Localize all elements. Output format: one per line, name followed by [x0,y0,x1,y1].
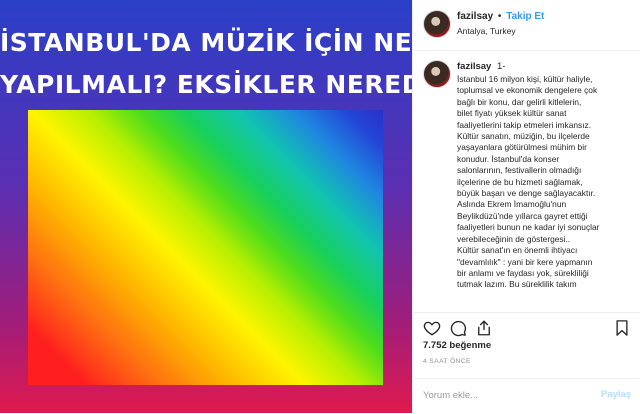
bookmark-icon[interactable] [613,319,631,337]
caption-line: Kültür sanatın, müziğin, bu ilçelerde [457,131,590,142]
caption-line: "devamlılık" : yani bir kere yapmanın [457,256,593,267]
follow-button[interactable]: Takip Et [506,11,544,22]
headline-line-2: YAPILMALI? EKSİKLER NEREDE? [0,70,412,99]
heart-icon[interactable] [423,319,441,337]
caption-line: İstanbul 16 milyon kişi, kültür haliyle, [457,74,593,84]
share-icon[interactable] [475,319,493,337]
caption-line: Beylikdüzü'nde yıllarca gayret ettiği [457,210,588,221]
post-image[interactable]: İSTANBUL'DA MÜZİK İÇİN NELER YAPILMALI? … [0,0,412,413]
caption-line: bir anlamı ve faydası yok, sürekliliği [457,267,589,278]
caption-line: Kültür sanat'ın en önemli ihtiyacı [457,245,578,256]
caption-line: salonlarının, festivallerin olmadığı [457,165,582,176]
caption-area[interactable]: fazilsay 1- İstanbul 16 milyon kişi, kül… [413,58,640,310]
comment-box: Paylaş [413,378,640,414]
caption-header: fazilsay 1- [457,61,505,72]
avatar[interactable] [423,10,451,38]
caption-line: konudur. İstanbul'da konser [457,153,560,164]
caption-avatar[interactable] [423,60,451,88]
comment-icon[interactable] [449,319,467,337]
comment-input[interactable] [423,387,593,403]
caption-username[interactable]: fazilsay [457,61,491,72]
caption-line: büyük başarı ve denge sağlayacaktır. [457,188,596,199]
location-link[interactable]: Antalya, Turkey [457,26,516,36]
caption-line: bilet fiyatı yüksek kültür sanat [457,108,567,119]
caption-line: toplumsal ve ekonomik dengelere çok [457,85,598,96]
post-comment-button[interactable]: Paylaş [601,389,631,400]
caption-line: ilçelerine de bu hizmeti sağlamak, [457,176,583,187]
post-timestamp: 4 SAAT ÖNCE [423,358,471,365]
post-headline: İSTANBUL'DA MÜZİK İÇİN NELER YAPILMALI? … [0,22,412,106]
separator-dot: • [497,11,502,22]
caption-line: faaliyetleri bunun ne kadar iyi sonuçlar [457,222,600,233]
caption-line: Aslında Ekrem İmamoğlu'nun [457,199,567,210]
caption-line: bağlı bir konu, dar gelirli kitlelerin, [457,96,582,107]
rainbow-gradient-square [28,110,383,385]
caption-index: 1- [496,61,506,72]
action-bar [413,312,640,339]
post-header: fazilsay • Takip Et Antalya, Turkey [413,0,640,51]
post-sidebar: fazilsay • Takip Et Antalya, Turkey fazi… [412,0,640,413]
header-user-line: fazilsay • Takip Et [457,11,544,22]
likes-count[interactable]: 7.752 beğenme [423,340,491,351]
caption-line: tutmak lazım. Bu süreklilik takım [457,279,577,290]
caption-line: faaliyetlerini takip etmeleri imkansız. [457,119,592,130]
header-username[interactable]: fazilsay [457,11,493,22]
caption-line: yaşayanlara götürülmesi mühim bir [457,142,587,153]
caption-text: İstanbul 16 milyon kişi, kültür haliyle,… [457,74,631,291]
caption-line: verebileceğinin de göstergesi.. [457,233,571,244]
headline-line-1: İSTANBUL'DA MÜZİK İÇİN NELER [0,28,412,57]
